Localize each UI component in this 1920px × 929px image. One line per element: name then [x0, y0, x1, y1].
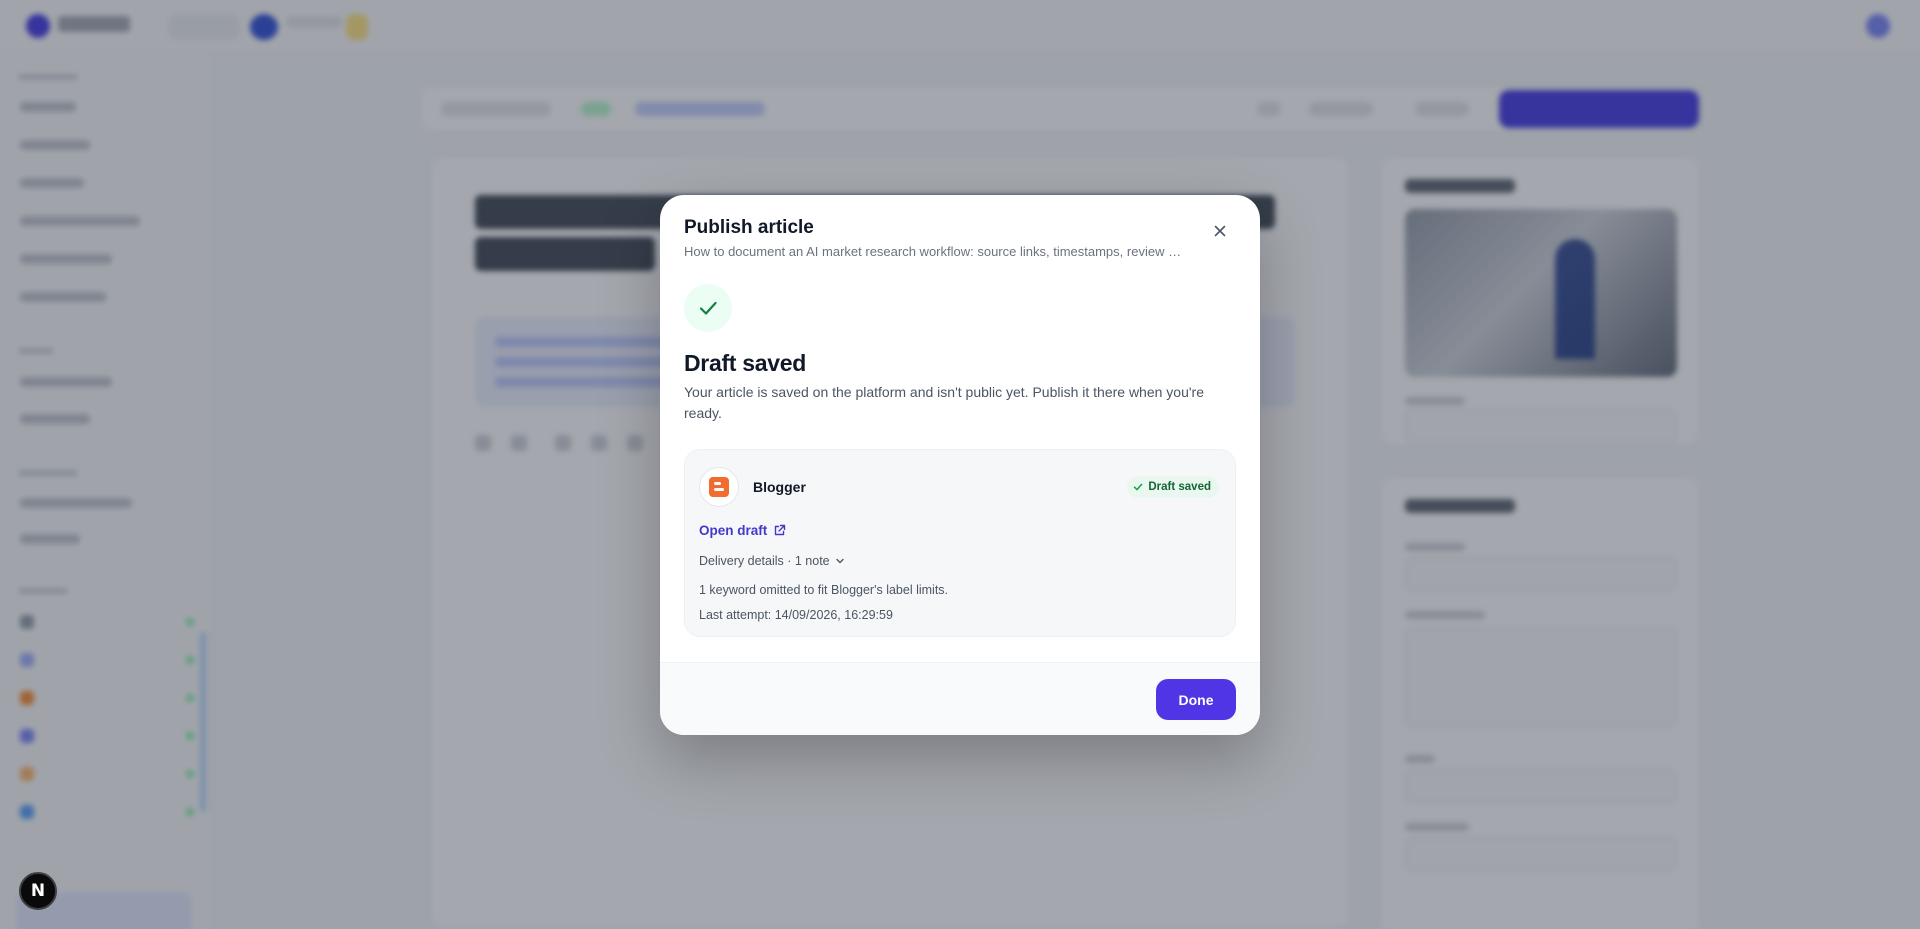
close-icon: [1214, 225, 1226, 237]
external-link-icon: [775, 524, 786, 536]
delivery-note: 1 keyword omitted to fit Blogger's label…: [699, 583, 949, 597]
open-draft-link[interactable]: Open draft: [699, 523, 786, 538]
open-draft-label: Open draft: [699, 523, 768, 538]
delivery-details-label: Delivery details · 1 note: [699, 554, 830, 568]
blogger-logo-icon: [709, 477, 729, 497]
draft-saved-badge: Draft saved: [1127, 476, 1219, 498]
done-button[interactable]: Done: [1156, 679, 1236, 720]
close-button[interactable]: [1210, 221, 1230, 241]
success-indicator: [684, 284, 732, 332]
delivery-details-toggle[interactable]: Delivery details · 1 note: [699, 554, 846, 568]
dev-tools-label: N: [30, 881, 46, 901]
badge-check-icon: [1134, 483, 1143, 491]
dialog-title: Publish article: [684, 217, 814, 238]
platform-name: Blogger: [753, 479, 806, 495]
dialog-footer: Done: [660, 662, 1260, 735]
status-heading: Draft saved: [684, 350, 806, 376]
last-attempt-timestamp: Last attempt: 14/09/2026, 16:29:59: [699, 608, 893, 622]
dialog-subtitle: How to document an AI market research wo…: [684, 244, 1184, 259]
dev-tools-button[interactable]: N: [19, 872, 57, 910]
publish-article-dialog: Publish article How to document an AI ma…: [660, 195, 1260, 735]
checkmark-icon: [699, 301, 717, 315]
status-description: Your article is saved on the platform an…: [684, 384, 1205, 421]
destination-card: Blogger Draft saved Open draft Delivery …: [684, 449, 1236, 637]
badge-label: Draft saved: [1148, 481, 1211, 493]
blogger-logo: [699, 467, 739, 507]
chevron-down-icon: [835, 558, 844, 564]
